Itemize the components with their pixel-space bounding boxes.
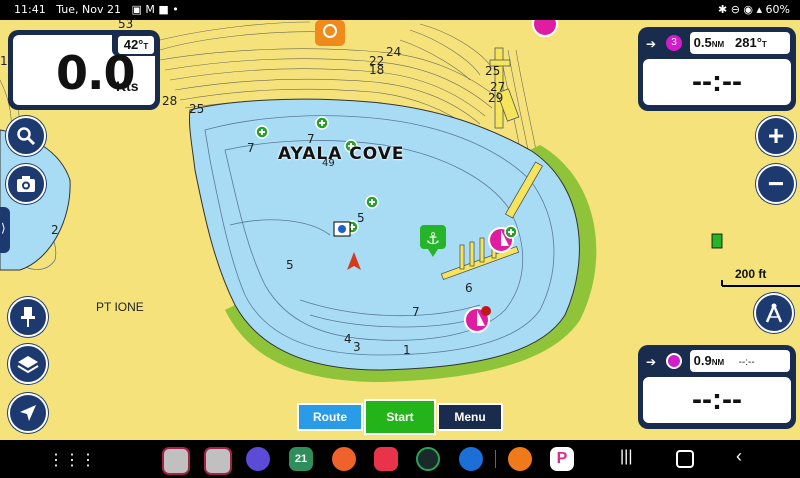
speed-unit: Kts: [116, 78, 139, 94]
pandora-app-icon[interactable]: P: [550, 447, 574, 471]
depth-sounding: 7: [247, 141, 255, 155]
depth-sounding: 49: [322, 158, 335, 169]
chevron-right-icon: ⟩: [1, 221, 6, 235]
waypoint-target-icon: [666, 353, 682, 369]
system-icons: ✱ ⊖ ◉ ▴: [718, 3, 766, 16]
recorder-app-icon[interactable]: [508, 447, 532, 471]
fuel-marker[interactable]: [315, 20, 345, 46]
depth-sounding: 29: [488, 91, 504, 105]
recent-apps-icon[interactable]: |||: [620, 448, 632, 466]
camera-app-icon[interactable]: [374, 447, 398, 471]
arrow-right-icon: ➔: [646, 37, 657, 51]
battery-level: 60%: [765, 3, 790, 16]
marine-app-icon[interactable]: [416, 447, 440, 471]
weather-app-icon[interactable]: [459, 447, 483, 471]
distance-bearing-readout: 0.5NM 281°T: [690, 32, 790, 54]
start-button[interactable]: Start: [364, 399, 436, 435]
side-drawer-handle[interactable]: ⟩: [0, 207, 10, 253]
depth-sounding: 25: [485, 64, 501, 78]
depth-sounding: 7: [412, 305, 420, 319]
menu-button[interactable]: Menu: [437, 403, 503, 431]
search-icon: [17, 127, 36, 146]
depth-sounding: 7: [307, 132, 315, 146]
scale-label: 200 ft: [735, 267, 767, 281]
pushpin-icon: [21, 307, 35, 327]
camera-button[interactable]: [6, 164, 46, 204]
pin-button[interactable]: [8, 297, 48, 337]
waypoint-panel-bottom[interactable]: ➔ 0.9NM --:-- --:--: [638, 345, 796, 429]
pandora-icon: P: [556, 450, 568, 467]
depth-sounding: 6: [465, 281, 473, 295]
dock-divider: [495, 450, 496, 468]
arrow-right-icon: ➔: [646, 355, 657, 369]
plus-icon: +: [767, 120, 785, 151]
layers-icon: [17, 356, 39, 374]
zoom-in-button[interactable]: +: [756, 116, 796, 156]
camera-icon: [17, 176, 35, 192]
depth-sounding: 1: [403, 343, 411, 357]
status-left: 11:41 Tue, Nov 21 ▣ M ■ •: [14, 3, 179, 16]
depth-sounding: 2: [51, 223, 59, 237]
zoom-out-button[interactable]: −: [756, 164, 796, 204]
place-label: AYALA COVE: [278, 144, 405, 164]
location-button[interactable]: [8, 393, 48, 433]
navionics-app-icon[interactable]: [162, 447, 190, 475]
depth-sounding: 5: [357, 211, 365, 225]
android-taskbar: ⋮⋮⋮ 21 P ||| ‹: [0, 440, 800, 478]
hazard-marker: [481, 306, 491, 316]
navigation-arrow-icon: [20, 405, 36, 421]
depth-sounding: 18: [369, 63, 385, 77]
waypoint-badge: 3: [666, 35, 682, 51]
status-bar: 11:41 Tue, Nov 21 ▣ M ■ • ✱ ⊖ ◉ ▴ 60%: [0, 0, 800, 20]
minus-icon: −: [767, 168, 785, 199]
depth-sounding: 25: [189, 102, 205, 116]
status-date: Tue, Nov 21: [56, 3, 121, 16]
time-to-waypoint: --:--: [643, 59, 791, 105]
depth-sounding: 28: [162, 94, 178, 108]
depth-sounding: 3: [353, 340, 361, 354]
calendar-app-icon[interactable]: 21: [289, 447, 313, 471]
notification-icons: ▣ M ■ •: [131, 3, 179, 16]
time-to-waypoint: --:--: [643, 377, 791, 423]
speed-panel[interactable]: 42°T 0.0 Kts: [8, 30, 160, 110]
waypoint-panel-top[interactable]: ➔ 3 0.5NM 281°T --:--: [638, 27, 796, 111]
search-button[interactable]: [6, 116, 46, 156]
depth-sounding: 24: [386, 45, 402, 59]
home-icon[interactable]: [676, 450, 694, 468]
depth-sounding: 5: [286, 258, 294, 272]
svg-text:⚓: ⚓: [426, 229, 440, 248]
point-label: PT IONE: [96, 300, 144, 314]
contacts-app-icon[interactable]: [332, 447, 356, 471]
beacon-marker: [711, 233, 723, 249]
measure-button[interactable]: [754, 293, 794, 333]
navionics-app-icon[interactable]: [204, 447, 232, 475]
route-button[interactable]: Route: [297, 403, 363, 431]
layers-button[interactable]: [8, 344, 48, 384]
browser-app-icon[interactable]: [246, 447, 270, 471]
distance-bearing-readout: 0.9NM --:--: [690, 350, 790, 372]
marina-marker[interactable]: [532, 20, 558, 37]
app-drawer-icon[interactable]: ⋮⋮⋮: [48, 450, 96, 470]
status-right: ✱ ⊖ ◉ ▴ 60%: [718, 3, 790, 16]
depth-sounding: 4: [344, 332, 352, 346]
status-time: 11:41: [14, 3, 46, 16]
compass-divider-icon: [765, 303, 783, 323]
back-icon[interactable]: ‹: [736, 446, 742, 467]
